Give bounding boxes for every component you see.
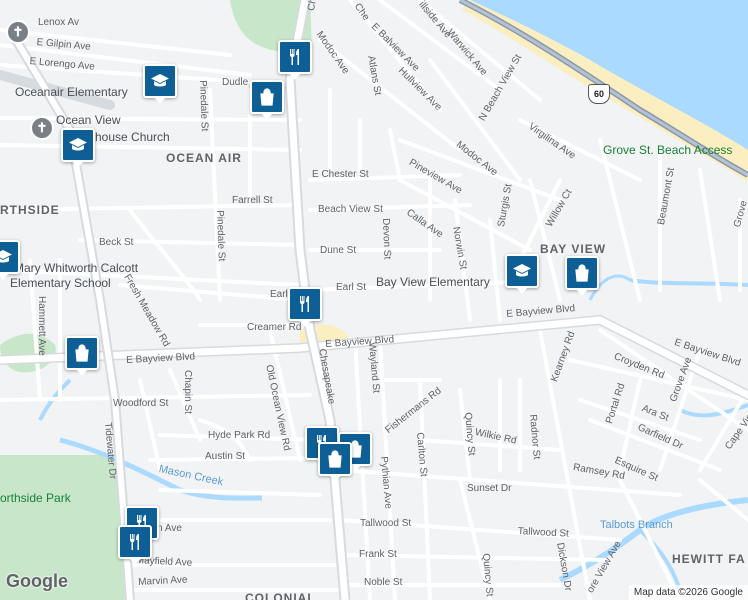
label-mary-calcott-1: Mary Whitworth Calcott: [14, 261, 139, 275]
us-60-shield-icon: 60: [588, 84, 610, 104]
school-marker-icon[interactable]: [0, 240, 20, 280]
school-marker-icon[interactable]: [143, 64, 177, 104]
map-canvas[interactable]: OCEAN AIR RTHSIDE BAY VIEW HEWITT FA COL…: [0, 0, 748, 600]
street-lenox: Lenox Av: [38, 17, 79, 28]
street-austin: Austin St: [205, 451, 246, 462]
shopping-bag-marker-icon[interactable]: [318, 442, 352, 482]
street-farrell: Farrell St: [232, 195, 273, 206]
google-logo: Google: [6, 571, 68, 591]
shopping-bag-marker-icon[interactable]: [250, 80, 284, 120]
restaurant-marker-icon[interactable]: [278, 40, 312, 80]
park-west: [0, 333, 56, 373]
church-icon[interactable]: ✝: [6, 20, 30, 44]
street-hyde-park: Hyde Park Rd: [208, 430, 271, 441]
restaurant-marker-icon[interactable]: [288, 287, 322, 327]
street-earl-west: Earl: [270, 289, 288, 300]
label-talbots-branch: Talbots Branch: [600, 519, 673, 531]
map-attribution[interactable]: Map data ©2026 Google: [628, 585, 748, 600]
shopping-bag-marker-icon[interactable]: [65, 336, 99, 376]
restaurant-marker-icon[interactable]: [118, 525, 152, 565]
street-hammett: Hammett Ave: [36, 296, 47, 356]
label-ocean-view-church-2: house Church: [95, 130, 170, 144]
school-marker-icon[interactable]: [505, 254, 539, 294]
church-icon[interactable]: ✝: [30, 116, 54, 140]
street-frank: Frank St: [359, 549, 397, 560]
street-chapin: Chapin St: [182, 370, 193, 414]
street-devon: Devon St: [380, 217, 393, 260]
label-mary-calcott-2: Elementary School: [10, 276, 111, 290]
street-dudley: Dudle: [222, 77, 249, 88]
label-bay-view-elementary: Bay View Elementary: [376, 275, 490, 289]
neighborhood-colonial: COLONIAL: [245, 591, 316, 600]
street-creamer: Creamer Rd: [247, 322, 302, 333]
street-pinedale-south: Pinedale St: [214, 209, 227, 262]
neighborhood-ocean-air: OCEAN AIR: [166, 151, 242, 165]
label-ocean-view-church-1: Ocean View: [56, 113, 121, 127]
street-pinedale-north: Pinedale St: [197, 79, 210, 132]
label-grove-beach-access: Grove St. Beach Access: [603, 143, 733, 157]
street-tallwood-west: Tallwood St: [360, 518, 412, 529]
creek-bayview: [629, 278, 748, 287]
street-sunset: Sunset Dr: [467, 483, 512, 494]
street-chester: E Chester St: [312, 169, 369, 180]
street-noble: Noble St: [364, 577, 403, 588]
neighborhood-hewitt: HEWITT FA: [672, 552, 746, 566]
neighborhood-bay-view: BAY VIEW: [540, 242, 607, 256]
label-northside-park: orthside Park: [0, 491, 71, 505]
shopping-bag-marker-icon[interactable]: [565, 256, 599, 296]
street-beach-view: Beach View St: [318, 204, 383, 215]
street-dune: Dune St: [320, 245, 357, 256]
neighborhood-northside: RTHSIDE: [0, 203, 60, 217]
street-earl: Earl St: [336, 282, 367, 293]
talbots-branch-line: [558, 497, 748, 583]
street-woodford: Woodford St: [113, 398, 169, 409]
school-marker-icon[interactable]: [61, 128, 95, 168]
label-oceanair-elementary: Oceanair Elementary: [15, 85, 128, 99]
street-beck: Beck St: [99, 237, 134, 248]
